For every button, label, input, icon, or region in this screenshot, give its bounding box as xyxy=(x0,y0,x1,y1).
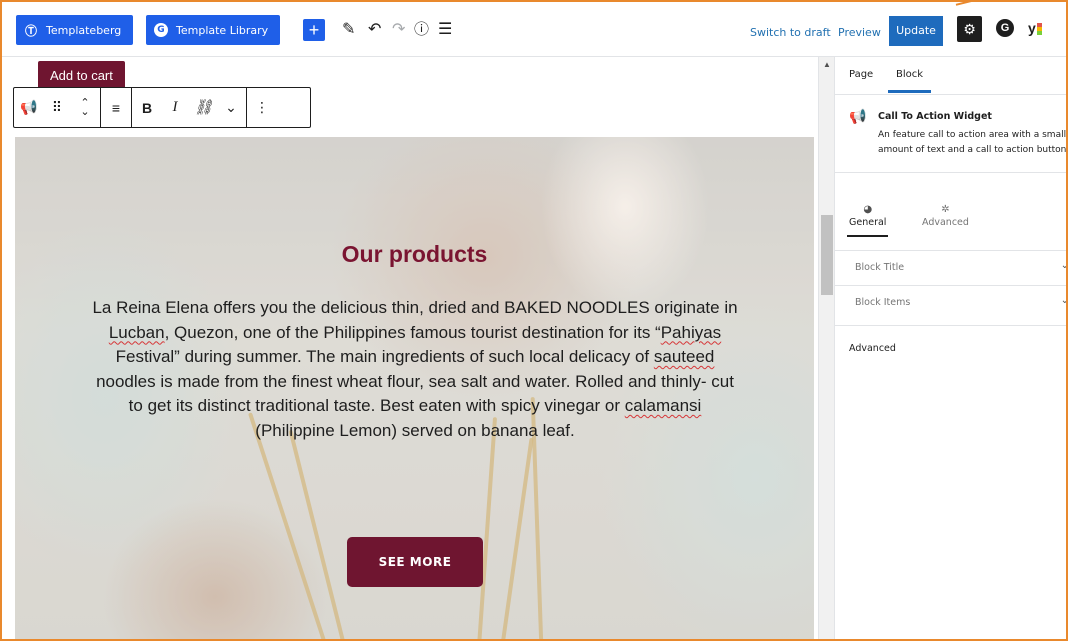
editor-canvas: Add to cart 📢 ⠿ ⌃ ⌄ ≡ B I ⛓ ⌄ ⋮ Our produ… xyxy=(2,57,818,641)
see-more-button[interactable]: SEE MORE xyxy=(347,537,483,587)
hero-title[interactable]: Our products xyxy=(15,241,814,268)
hero-description[interactable]: La Reina Elena offers you the delicious … xyxy=(87,296,743,443)
call-to-action-hero[interactable]: Our products La Reina Elena offers you t… xyxy=(15,137,814,641)
